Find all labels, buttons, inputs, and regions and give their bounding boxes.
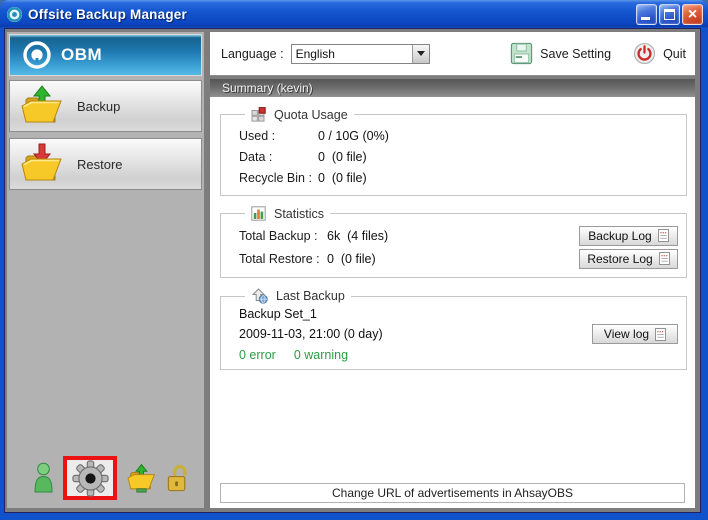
last-backup-status: 0 error 0 warning — [239, 348, 678, 362]
summary-panel: Summary (kevin) Quota Usa — [210, 79, 695, 508]
application-window: Offsite Backup Manager × OBM — [0, 0, 708, 520]
quit-button[interactable]: Quit — [633, 42, 686, 65]
stats-row-backup: Total Backup : 6k (4 files) Backup Log — [239, 224, 678, 247]
folder-arrow-down-icon — [19, 142, 65, 186]
total-backup-label: Total Backup : — [239, 229, 327, 243]
power-quit-icon — [633, 42, 656, 65]
close-icon: × — [683, 5, 702, 24]
statistics-title: Statistics — [274, 207, 324, 221]
total-restore-value: 0 (0 file) — [327, 252, 579, 266]
sidebar-item-restore[interactable]: Restore — [9, 138, 202, 190]
user-profile-button[interactable] — [33, 462, 54, 494]
maximize-button[interactable] — [659, 4, 680, 25]
dropdown-button[interactable] — [412, 45, 429, 63]
title-bar: Offsite Backup Manager × — [0, 0, 708, 28]
quota-data-value: 0 (0 file) — [318, 150, 367, 164]
language-selected-value: English — [292, 47, 412, 61]
bar-chart-icon — [251, 206, 266, 221]
document-icon — [655, 328, 666, 341]
quota-data-label: Data : — [239, 150, 318, 164]
quota-grid-icon — [251, 107, 266, 122]
save-setting-label: Save Setting — [540, 47, 611, 61]
obm-logo-icon — [22, 40, 52, 70]
settings-button[interactable] — [72, 460, 109, 497]
quota-recycle-label: Recycle Bin : — [239, 171, 318, 185]
quota-row-data: Data : 0 (0 file) — [239, 146, 678, 167]
quota-used-label: Used : — [239, 129, 318, 143]
window-title: Offsite Backup Manager — [28, 7, 187, 22]
quit-label: Quit — [663, 47, 686, 61]
folder-arrow-up-icon — [19, 84, 65, 128]
export-folder-icon — [126, 463, 157, 493]
save-setting-button[interactable]: Save Setting — [510, 42, 611, 65]
quota-usage-section: Quota Usage Used : 0 / 10G (0%) Data : 0… — [220, 107, 687, 196]
summary-content: Quota Usage Used : 0 / 10G (0%) Data : 0… — [210, 97, 695, 508]
obm-logo-text: OBM — [61, 45, 102, 65]
restore-log-label: Restore Log — [587, 252, 652, 266]
quota-recycle-value: 0 (0 file) — [318, 171, 367, 185]
sidebar-footer-icons — [7, 456, 204, 500]
document-icon — [659, 252, 670, 265]
sidebar-item-label: Restore — [77, 157, 123, 172]
error-count: 0 error — [239, 348, 276, 362]
window-body: OBM Backup Restore — [4, 28, 701, 513]
annotation-highlight-box — [63, 456, 117, 500]
advertisement-banner[interactable]: Change URL of advertisements in AhsayOBS — [220, 483, 685, 503]
upload-globe-icon — [251, 288, 268, 304]
sidebar-item-backup[interactable]: Backup — [9, 80, 202, 132]
language-label: Language : — [221, 47, 284, 61]
view-log-label: View log — [604, 327, 649, 341]
app-logo-icon — [6, 6, 23, 23]
backup-log-label: Backup Log — [588, 229, 651, 243]
settings-gear-icon — [72, 460, 109, 497]
main-area: Language : English Save Setting — [210, 32, 695, 508]
quota-row-used: Used : 0 / 10G (0%) — [239, 125, 678, 146]
last-backup-section: Last Backup Backup Set_1 2009-11-03, 21:… — [220, 288, 687, 370]
last-backup-timestamp: 2009-11-03, 21:00 (0 day) — [239, 327, 592, 341]
save-floppy-icon — [510, 42, 533, 65]
last-backup-title: Last Backup — [276, 289, 345, 303]
stats-row-restore: Total Restore : 0 (0 file) Restore Log — [239, 247, 678, 270]
total-backup-value: 6k (4 files) — [327, 229, 579, 243]
backup-set-name: Backup Set_1 — [239, 307, 678, 323]
statistics-section: Statistics Total Backup : 6k (4 files) B… — [220, 206, 687, 278]
view-log-button[interactable]: View log — [592, 324, 678, 344]
quota-used-value: 0 / 10G (0%) — [318, 129, 389, 143]
quota-row-recycle-bin: Recycle Bin : 0 (0 file) — [239, 167, 678, 188]
close-button[interactable]: × — [682, 4, 703, 25]
top-toolbar: Language : English Save Setting — [210, 32, 695, 76]
user-icon — [33, 462, 54, 494]
document-icon — [658, 229, 669, 242]
sidebar: OBM Backup Restore — [7, 32, 204, 508]
export-backup-button[interactable] — [126, 463, 157, 493]
language-select[interactable]: English — [291, 44, 430, 64]
lock-button[interactable] — [166, 463, 191, 494]
maximize-icon — [664, 9, 675, 20]
warning-count: 0 warning — [294, 348, 348, 362]
padlock-icon — [166, 463, 191, 494]
quota-usage-title: Quota Usage — [274, 108, 348, 122]
backup-log-button[interactable]: Backup Log — [579, 226, 678, 246]
minimize-icon — [641, 17, 650, 20]
minimize-button[interactable] — [636, 4, 657, 25]
restore-log-button[interactable]: Restore Log — [579, 249, 678, 269]
last-backup-date-row: 2009-11-03, 21:00 (0 day) View log — [239, 324, 678, 344]
summary-header: Summary (kevin) — [210, 79, 695, 97]
sidebar-item-label: Backup — [77, 99, 120, 114]
obm-brand-banner: OBM — [9, 34, 202, 76]
total-restore-label: Total Restore : — [239, 252, 327, 266]
chevron-down-icon — [417, 51, 425, 56]
